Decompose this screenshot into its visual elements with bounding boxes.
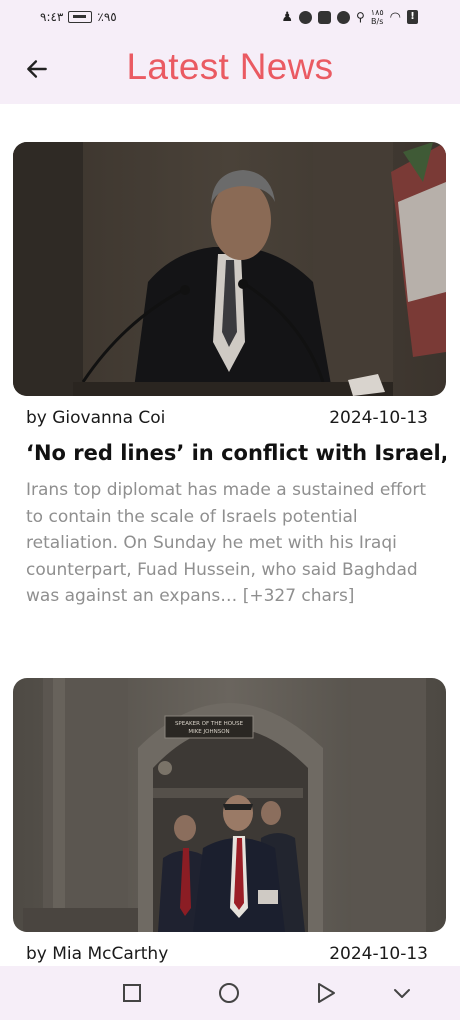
article-meta: by Mia McCarthy 2024-10-13	[13, 944, 446, 964]
sign-text-line1: SPEAKER OF THE HOUSE	[175, 721, 244, 727]
article-title[interactable]: ‘No red lines’ in conflict with Israel,	[13, 440, 446, 467]
article-image[interactable]: SPEAKER OF THE HOUSE MIKE JOHNSON	[13, 678, 446, 932]
article-author: by Mia McCarthy	[26, 944, 169, 964]
system-nav-bar	[0, 966, 460, 1020]
article-meta: by Giovanna Coi 2024-10-13	[13, 408, 446, 428]
usb-icon: ⚲	[355, 10, 365, 24]
page-title: Latest News	[126, 46, 334, 87]
news-card[interactable]: SPEAKER OF THE HOUSE MIKE JOHNSON by Mia…	[13, 678, 446, 964]
network-speed-unit: B/s	[371, 17, 384, 26]
news-feed[interactable]: by Giovanna Coi 2024-10-13 ‘No red lines…	[0, 104, 460, 966]
collapse-nav-button[interactable]	[389, 980, 415, 1006]
status-left: ٩:٤٣ ٪٩٥	[40, 10, 117, 24]
status-bar: ٩:٤٣ ٪٩٥ ♟ ⚲ ١٨٥ B/s ◠ !	[0, 0, 460, 36]
back-icon	[318, 983, 335, 1003]
news-card[interactable]: by Giovanna Coi 2024-10-13 ‘No red lines…	[13, 142, 446, 610]
record-icon	[336, 10, 350, 24]
article-image[interactable]	[13, 142, 446, 396]
recent-apps-icon	[123, 984, 141, 1002]
alert-icon: !	[407, 10, 418, 24]
recent-apps-button[interactable]	[119, 980, 145, 1006]
article-date: 2024-10-13	[329, 408, 428, 428]
network-speed-value: ١٨٥	[370, 8, 384, 17]
status-right: ♟ ⚲ ١٨٥ B/s ◠ !	[281, 8, 418, 26]
app-bar: Latest News	[0, 36, 460, 104]
sim-icon	[68, 11, 93, 23]
network-speed: ١٨٥ B/s	[371, 8, 384, 26]
home-button[interactable]	[216, 980, 242, 1006]
article-photo-diplomat	[13, 142, 446, 396]
article-description: Irans top diplomat has made a sustained …	[26, 480, 427, 606]
sign-text-line2: MIKE JOHNSON	[188, 729, 229, 735]
back-nav-button[interactable]	[313, 980, 339, 1006]
mail-icon	[317, 10, 331, 24]
home-icon	[219, 983, 239, 1003]
notification-app-icon: ♟	[281, 9, 293, 25]
article-author: by Giovanna Coi	[26, 408, 166, 428]
collapse-icon	[394, 989, 410, 998]
article-photo-capitol: SPEAKER OF THE HOUSE MIKE JOHNSON	[13, 678, 446, 932]
battery-level: ٪٩٥	[97, 10, 117, 24]
article-date: 2024-10-13	[329, 944, 428, 964]
wifi-icon: ◠	[389, 9, 401, 25]
notification-icon	[298, 10, 312, 24]
clock: ٩:٤٣	[40, 10, 64, 24]
